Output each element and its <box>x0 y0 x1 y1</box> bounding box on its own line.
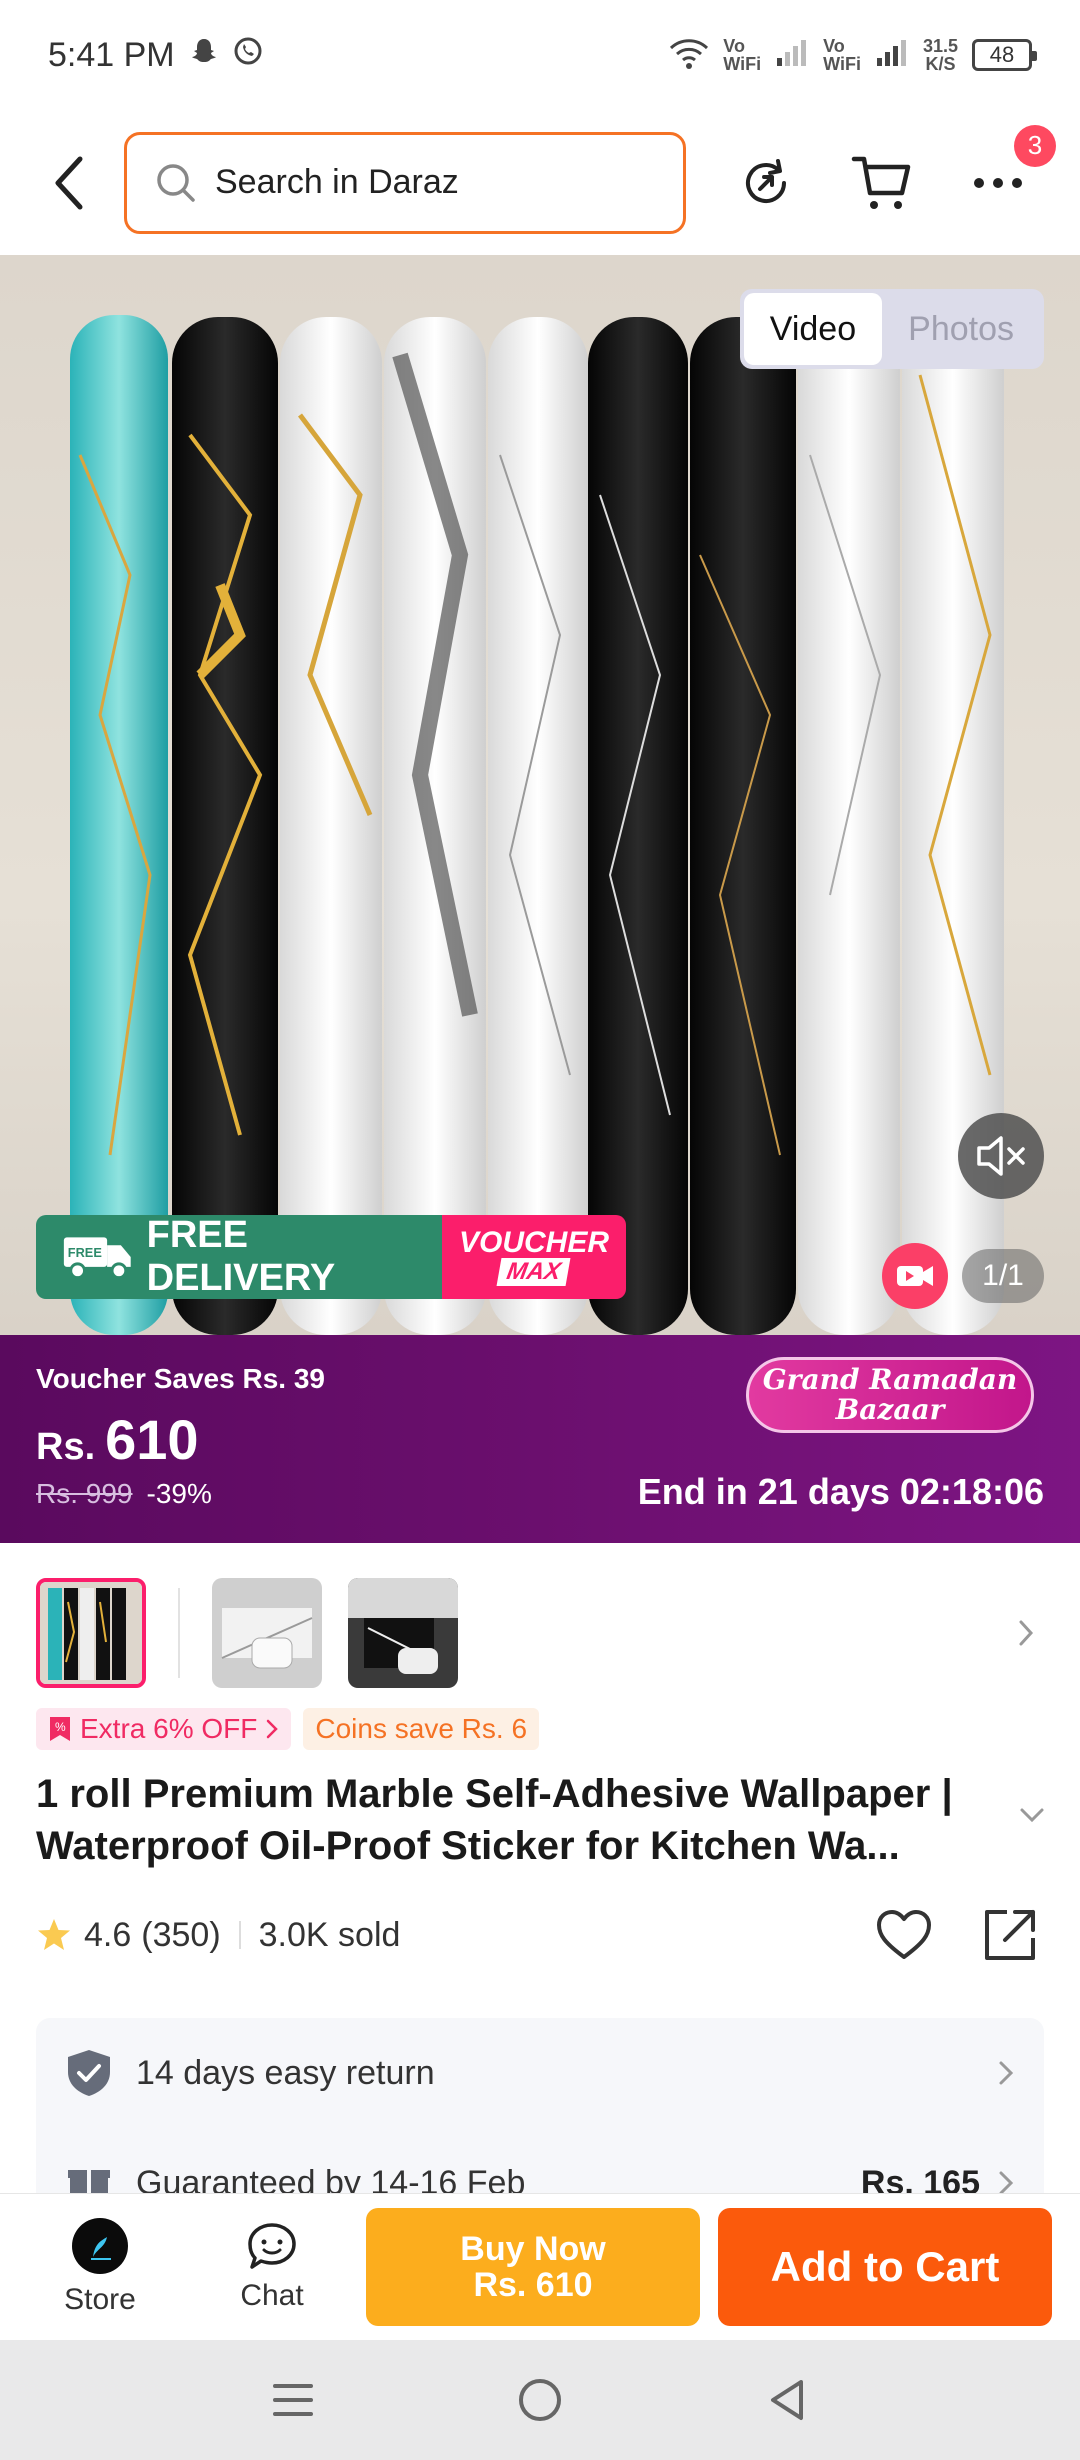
shield-icon <box>68 2050 110 2096</box>
status-time: 5:41 PM <box>48 35 175 74</box>
share-refresh-button[interactable] <box>726 143 806 223</box>
volte-indicator-1: Vo WiFi <box>723 36 762 74</box>
extra-off-tag[interactable]: % Extra 6% OFF <box>36 1708 292 1750</box>
rating-value[interactable]: 4.6 <box>84 1916 131 1955</box>
campaign-countdown: End in 21 days 02:18:06 <box>637 1471 1044 1512</box>
notification-badge: 3 <box>1014 124 1056 167</box>
video-icon <box>897 1266 933 1286</box>
store-button[interactable]: Store <box>14 2207 186 2327</box>
signal-icon <box>875 38 909 73</box>
easy-return-row[interactable]: 14 days easy return <box>36 2018 1044 2128</box>
product-image-gallery[interactable]: Video Photos FREE FREE DELIVERY VOUCHER … <box>0 255 1080 1335</box>
original-price: Rs. 999 <box>36 1478 133 1509</box>
separator <box>238 1921 241 1949</box>
signal-icon <box>775 38 809 73</box>
system-back-button[interactable] <box>747 2360 827 2440</box>
free-delivery-banner: FREE FREE DELIVERY VOUCHER MAX <box>36 1215 626 1299</box>
rating-row: 4.6 (350) 3.0K sold <box>36 1905 1046 1965</box>
cart-icon <box>851 156 911 209</box>
chat-icon <box>248 2223 296 2269</box>
review-count[interactable]: (350) <box>141 1916 220 1955</box>
buy-now-button[interactable]: Buy Now Rs. 610 <box>366 2208 700 2326</box>
volte-indicator-2: Vo WiFi <box>823 36 861 74</box>
chevron-right-icon <box>999 2171 1014 2193</box>
chevron-right-icon <box>267 1719 279 1739</box>
chevron-down-icon <box>1020 1808 1044 1823</box>
easy-return-label: 14 days easy return <box>136 2053 435 2092</box>
whatsapp-icon <box>233 36 263 75</box>
search-icon <box>157 163 195 202</box>
thumbnail-2[interactable] <box>212 1578 322 1688</box>
mute-icon <box>977 1136 1025 1176</box>
snapchat-icon <box>189 36 219 75</box>
product-title: 1 roll Premium Marble Self-Adhesive Wall… <box>36 1772 953 1868</box>
bottom-action-bar: Store Chat Buy Now Rs. 610 Add to Cart <box>0 2193 1080 2340</box>
mute-button[interactable] <box>958 1113 1044 1199</box>
chevron-right-icon <box>1019 1620 1034 1646</box>
store-label: Store <box>64 2283 136 2316</box>
sold-count: 3.0K sold <box>258 1915 401 1954</box>
back-button[interactable] <box>30 143 110 223</box>
delivery-label: Guaranteed by 14-16 Feb <box>136 2163 526 2194</box>
more-icon <box>974 177 1022 188</box>
media-toggle: Video Photos <box>739 289 1044 369</box>
share-refresh-icon <box>746 158 786 203</box>
chat-label: Chat <box>240 2279 304 2312</box>
menu-nav-icon <box>273 2384 314 2416</box>
coupon-icon: % <box>50 1717 70 1741</box>
gift-icon <box>68 2170 110 2193</box>
voucher-label: VOUCHER <box>458 1226 609 1259</box>
more-button[interactable]: 3 <box>958 124 1056 223</box>
discount-percent: -39% <box>146 1478 212 1509</box>
price-amount: 610 <box>105 1408 199 1471</box>
voucher-max-label: MAX <box>496 1258 572 1286</box>
heart-icon <box>877 1910 931 1959</box>
network-speed: 31.5 K/S <box>922 36 958 74</box>
expand-title-button[interactable] <box>1018 1806 1046 1829</box>
battery-indicator: 48 <box>972 39 1037 71</box>
tab-photos[interactable]: Photos <box>882 293 1040 365</box>
svg-text:%: % <box>55 1720 66 1734</box>
add-to-cart-button[interactable]: Add to Cart <box>718 2208 1052 2326</box>
coins-tag: Coins save Rs. 6 <box>303 1708 540 1750</box>
variant-thumbnails <box>36 1578 1046 1688</box>
video-indicator[interactable] <box>882 1243 948 1309</box>
search-input[interactable] <box>215 163 635 202</box>
back-icon <box>55 156 83 209</box>
promo-tags: % Extra 6% OFF Coins save Rs. 6 <box>36 1708 540 1750</box>
marble-rolls-image <box>70 315 1004 1335</box>
campaign-badge[interactable]: Grand Ramadan Bazaar <box>746 1357 1034 1433</box>
system-nav-bar <box>0 2340 1080 2460</box>
star-icon <box>38 1919 70 1950</box>
thumbnail-divider <box>178 1588 180 1678</box>
price-currency: Rs. <box>36 1426 96 1468</box>
tab-video[interactable]: Video <box>743 293 883 365</box>
thumbnails-more-button[interactable] <box>1006 1603 1046 1663</box>
cart-button[interactable] <box>842 143 922 223</box>
image-counter: 1/1 <box>962 1249 1044 1303</box>
share-icon <box>985 1910 1035 1960</box>
delivery-truck-icon: FREE <box>63 1237 131 1280</box>
service-card: 14 days easy return Guaranteed by 14-16 … <box>36 2018 1044 2193</box>
free-delivery-label: FREE DELIVERY <box>146 1215 336 1299</box>
svg-text:FREE: FREE <box>68 1245 103 1260</box>
chat-button[interactable]: Chat <box>186 2207 358 2327</box>
delivery-row[interactable]: Guaranteed by 14-16 Feb Rs. 165 <box>36 2128 1044 2193</box>
top-header: 3 <box>0 110 1080 255</box>
back-nav-icon <box>770 2380 803 2420</box>
home-nav-icon <box>518 2379 561 2421</box>
thumbnail-3[interactable] <box>348 1578 458 1688</box>
chevron-right-icon <box>999 2061 1014 2085</box>
wifi-icon <box>669 36 709 75</box>
delivery-fee: Rs. 165 <box>860 2163 980 2194</box>
price-banner: Voucher Saves Rs. 39 Rs. 610 Rs. 999 -39… <box>0 1335 1080 1543</box>
share-button[interactable] <box>974 1899 1046 1971</box>
status-bar: 5:41 PM Vo WiFi Vo WiFi 31.5 K/S 48 <box>0 0 1080 110</box>
wishlist-button[interactable] <box>868 1899 940 1971</box>
search-bar[interactable] <box>124 131 686 234</box>
store-icon <box>72 2218 128 2274</box>
thumbnail-1[interactable] <box>36 1578 146 1688</box>
home-button[interactable] <box>500 2360 580 2440</box>
recent-apps-button[interactable] <box>253 2360 333 2440</box>
